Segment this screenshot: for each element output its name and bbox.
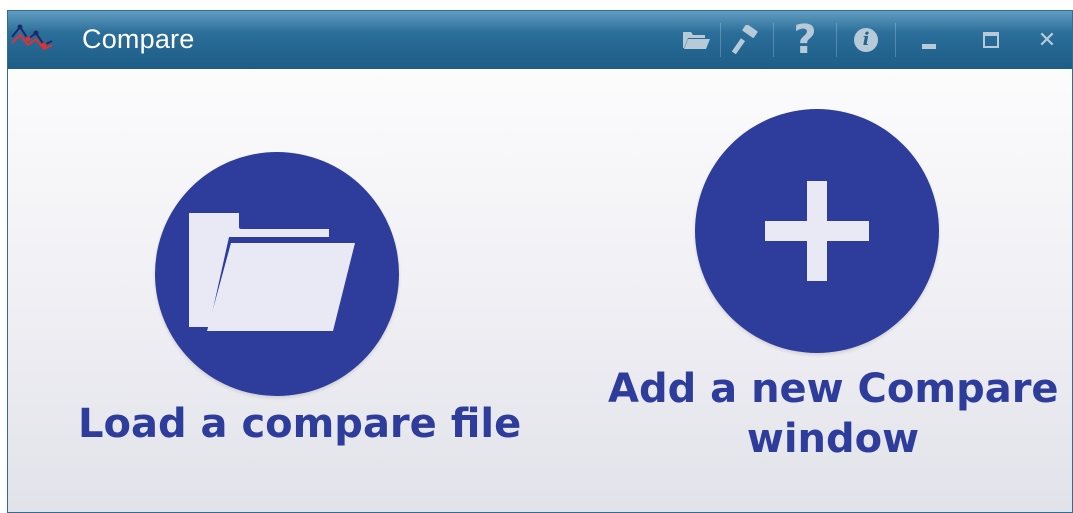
add-circle [695,109,939,353]
open-folder-button[interactable] [674,11,718,69]
info-glyph: i [862,29,870,50]
compare-window: Compare ? i ✕ Load a compare file Add a … [7,10,1073,513]
folder-open-icon [189,213,355,331]
title-bar[interactable]: Compare ? i ✕ [8,11,1072,69]
plus-icon [695,109,939,353]
add-compare-window-button[interactable]: Add a new Compare window [608,109,1059,479]
window-title: Compare [82,24,195,54]
toolbar-separator [720,23,721,57]
title-bar-toolbar: ? i ✕ [674,11,1072,69]
open-folder-icon [683,32,710,49]
load-circle [155,152,399,396]
info-button[interactable]: i [839,11,893,69]
app-logo-icon [11,24,53,51]
help-button[interactable]: ? [776,11,834,69]
plus-icon-horizontal [765,221,869,241]
toolbar-separator [773,23,774,57]
maximize-button[interactable] [960,11,1022,69]
load-compare-file-button[interactable]: Load a compare file [78,139,522,459]
add-compare-window-label-line2: window [746,416,920,462]
tools-button[interactable] [723,11,771,69]
help-icon: ? [793,17,817,63]
close-icon: ✕ [1037,27,1057,53]
info-icon: i [854,28,878,52]
minimize-icon [922,43,936,49]
toolbar-separator [895,23,896,57]
add-compare-window-label-line1: Add a new Compare [608,366,1059,412]
hammer-icon [732,25,758,55]
close-button[interactable]: ✕ [1022,11,1072,69]
minimize-button[interactable] [898,11,960,69]
load-compare-file-label: Load a compare file [78,401,522,447]
maximize-icon [983,32,999,48]
content-area: Load a compare file Add a new Compare wi… [8,69,1072,512]
toolbar-separator [836,23,837,57]
